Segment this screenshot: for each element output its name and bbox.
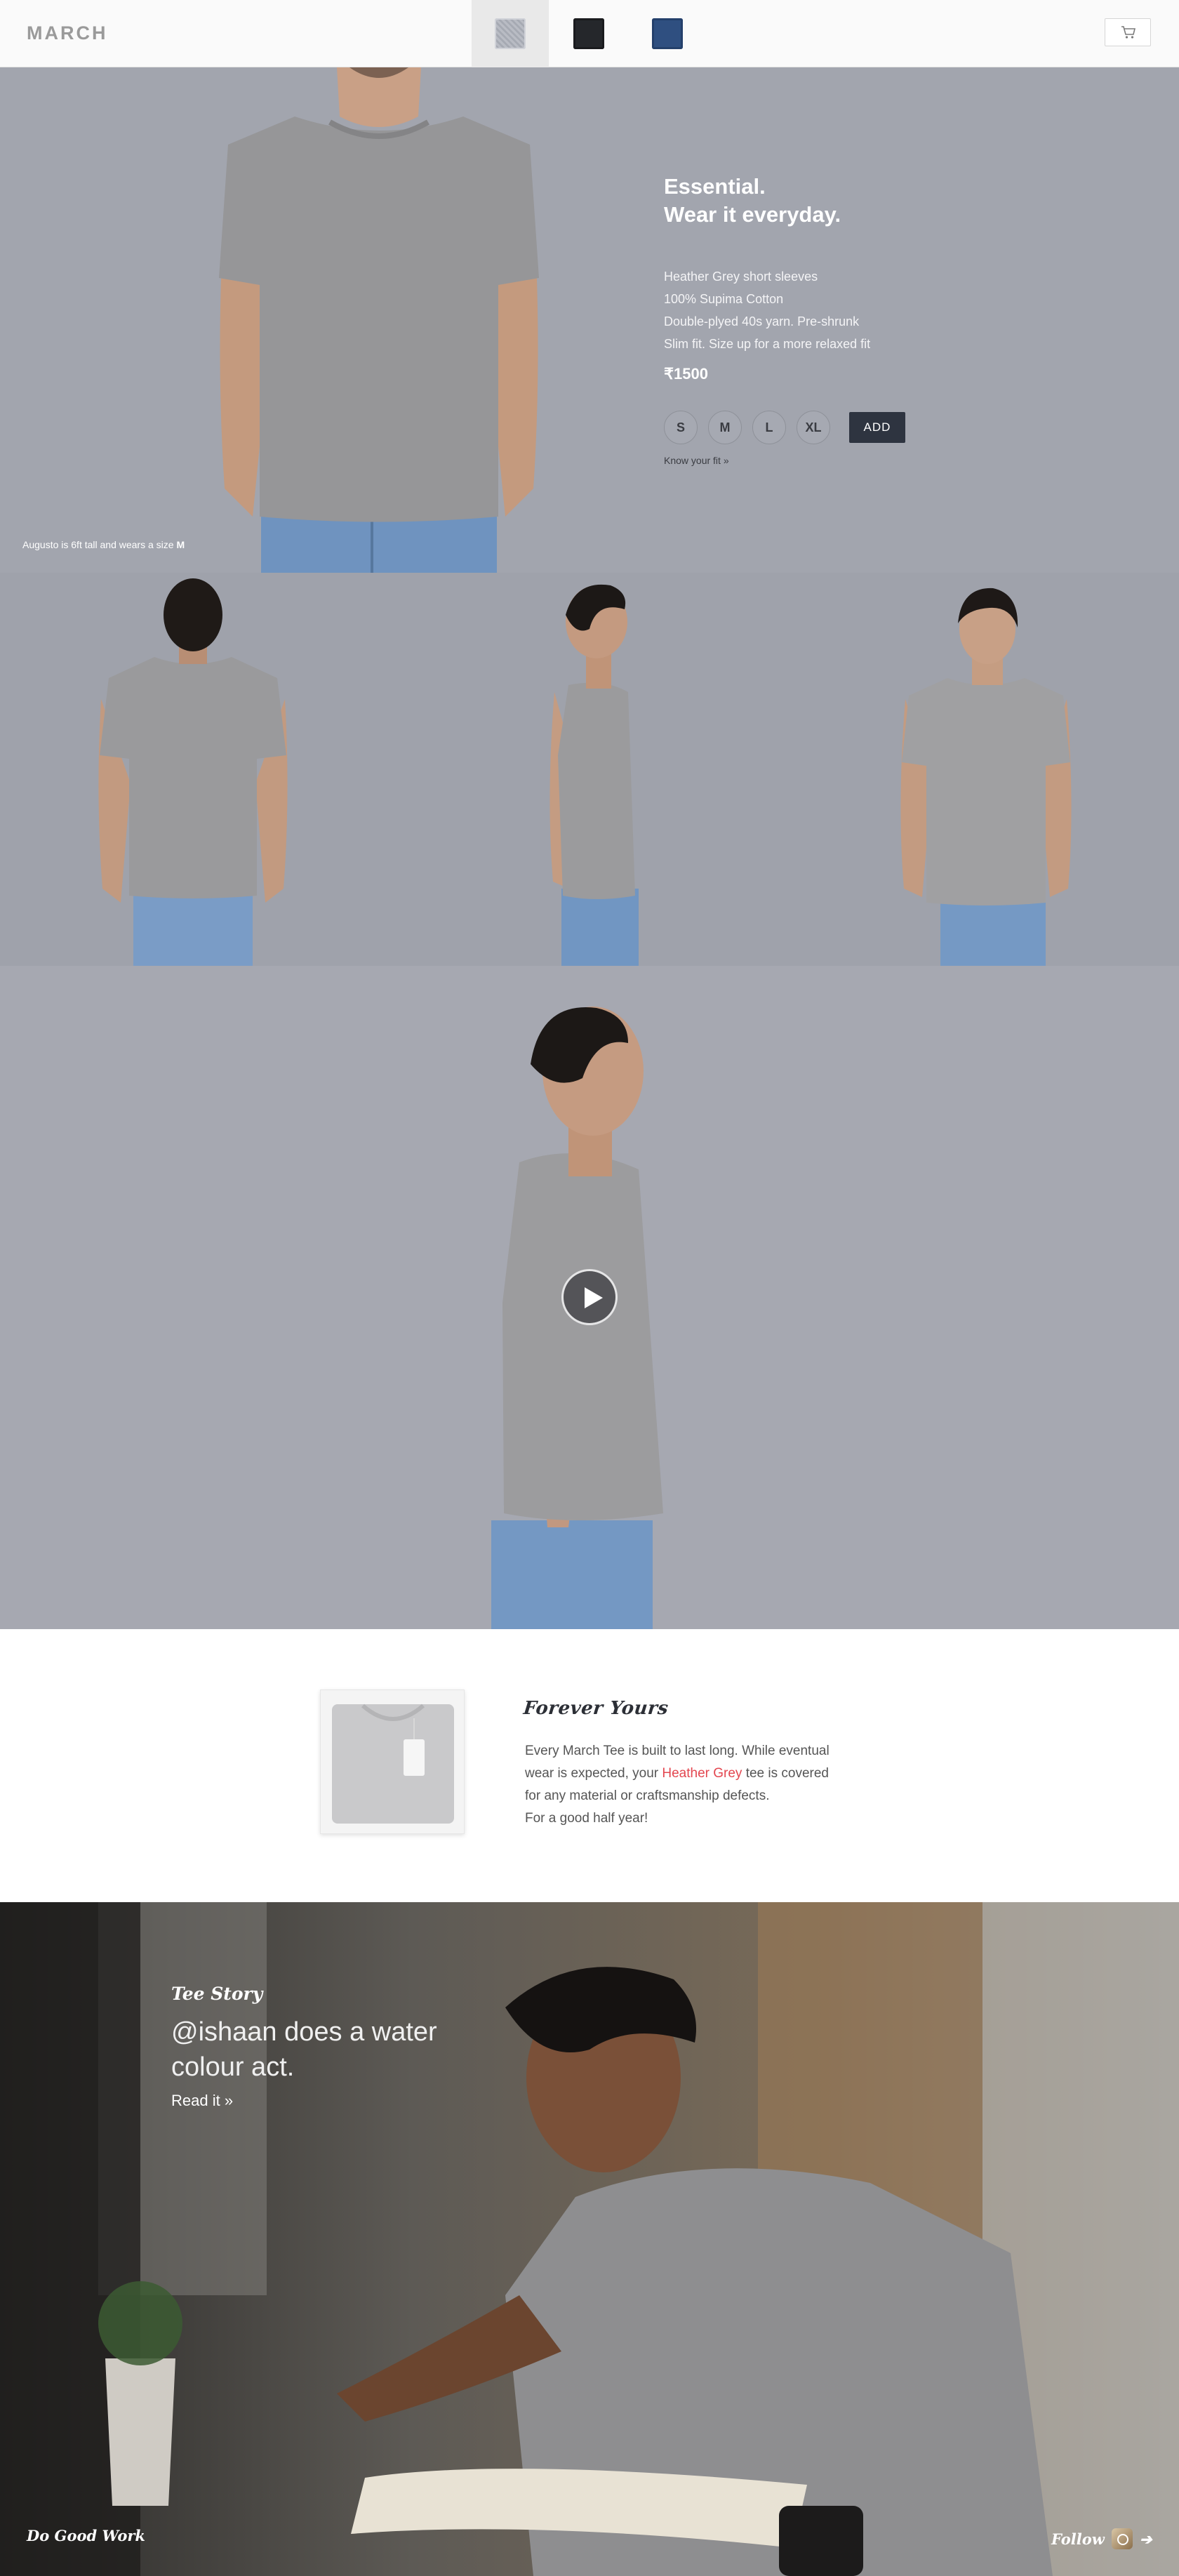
tagline-line-1: Essential.: [664, 174, 766, 199]
tagline-line-2: Wear it everyday.: [664, 202, 841, 227]
model-side-image: [549, 584, 639, 966]
warranty-line: for any material or craftsmanship defect…: [525, 1788, 770, 1803]
tee-story-title: @ishaan does a water colour act.: [171, 2017, 437, 2082]
fit-caption-text: Augusto is 6ft tall and wears a size: [22, 539, 174, 550]
know-your-fit-link[interactable]: Know your fit »: [664, 455, 729, 466]
cart-icon: [1121, 26, 1136, 39]
hero-section: Essential. Wear it everyday. Heather Gre…: [0, 67, 1179, 573]
swatch-black[interactable]: [550, 0, 627, 67]
warranty-text: Every March Tee is built to last long. W…: [525, 1740, 855, 1830]
swatch-navy[interactable]: [629, 0, 706, 67]
warranty-line: wear is expected, your Heather Grey tee …: [525, 1762, 855, 1785]
forever-yours-heading: Forever Yours: [522, 1698, 670, 1719]
color-name-highlight: Heather Grey: [662, 1766, 742, 1781]
brand-logo[interactable]: MARCH: [27, 22, 108, 44]
swatch-black-chip: [573, 18, 604, 49]
feature-item: Double-plyed 40s yarn. Pre-shrunk: [664, 314, 860, 328]
instagram-icon: [1111, 2528, 1133, 2549]
tee-story-kicker: Tee Story: [171, 1984, 263, 2004]
folded-tee-image: [320, 1689, 465, 1834]
swatch-heather-grey-chip: [495, 18, 526, 49]
warranty-line: Every March Tee is built to last long. W…: [525, 1744, 830, 1758]
play-icon: [585, 1287, 603, 1308]
add-to-cart-button[interactable]: ADD: [849, 412, 905, 443]
warranty-line: For a good half year!: [525, 1811, 648, 1826]
feature-item: Slim fit. Size up for a more relaxed fit: [664, 337, 871, 351]
feature-item: Heather Grey short sleeves: [664, 270, 818, 284]
size-s-button[interactable]: S: [664, 411, 698, 444]
warranty-line-suffix: tee is covered: [745, 1766, 829, 1781]
fit-caption-size: M: [176, 539, 185, 550]
size-l-button[interactable]: L: [752, 411, 786, 444]
swatch-heather-grey[interactable]: [472, 0, 549, 67]
size-xl-button[interactable]: XL: [797, 411, 830, 444]
site-header: MARCH: [0, 0, 1179, 67]
model-back-image: [98, 578, 288, 966]
model-views-section: [0, 573, 1179, 966]
read-story-link[interactable]: Read it »: [171, 2092, 233, 2110]
cart-button[interactable]: [1105, 18, 1151, 46]
do-good-work-link[interactable]: Do Good Work: [27, 2527, 145, 2544]
warranty-line-prefix: wear is expected, your: [525, 1766, 659, 1781]
video-play-button[interactable]: [561, 1269, 618, 1325]
feature-item: 100% Supima Cotton: [664, 292, 784, 306]
arrow-right-icon: ➔: [1139, 2530, 1152, 2548]
follow-label: Follow: [1051, 2530, 1105, 2548]
price: ₹1500: [664, 365, 708, 383]
model-front-image: [219, 67, 539, 573]
size-m-button[interactable]: M: [708, 411, 742, 444]
warranty-section: Forever Yours Every March Tee is built t…: [0, 1629, 1179, 1902]
feature-list: Heather Grey short sleeves 100% Supima C…: [664, 265, 870, 355]
follow-instagram-link[interactable]: Follow ➔: [1051, 2528, 1152, 2549]
hero-tagline: Essential. Wear it everyday.: [664, 173, 841, 229]
folded-tee-graphic: [332, 1704, 454, 1824]
swatch-navy-chip: [652, 18, 683, 49]
model-three-quarter-image: [900, 587, 1072, 966]
size-selector: S M L XL: [664, 411, 830, 444]
model-fit-caption: Augusto is 6ft tall and wears a size M: [22, 539, 185, 550]
